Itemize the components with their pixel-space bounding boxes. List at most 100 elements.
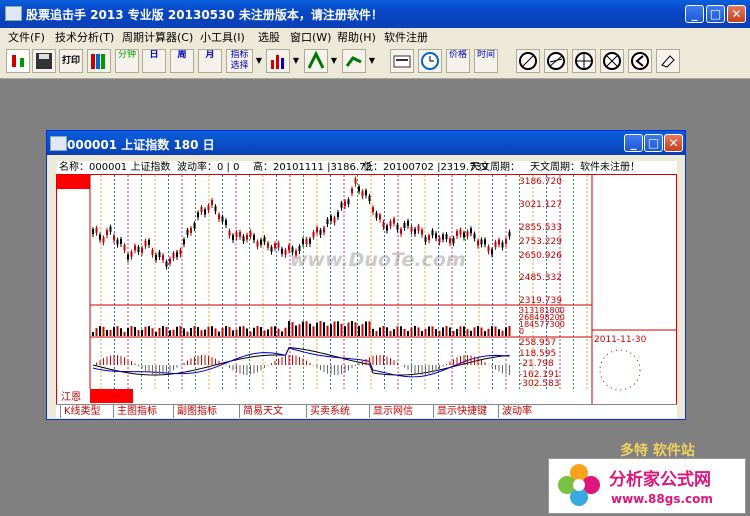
ad-url[interactable]: www.88gs.com (611, 492, 713, 506)
candlestick-icon[interactable] (6, 49, 30, 73)
candle-body (309, 238, 311, 244)
volume-bar (281, 331, 283, 336)
tab-volatility[interactable]: 波动率 (498, 405, 532, 418)
volume-bar (109, 329, 112, 336)
indicator-select-button[interactable]: 指标选择 (226, 49, 253, 73)
volume-bar (204, 329, 206, 336)
menu-register[interactable]: 软件注册 (384, 29, 428, 45)
tab-kline-type[interactable]: K线类型 (60, 405, 101, 418)
chart-window-title-bar: 000001 上证指数 180 日 _ □ ✕ (47, 131, 685, 155)
candle-body (421, 229, 423, 235)
books-icon[interactable] (87, 49, 111, 73)
candle-body (501, 242, 504, 248)
candle-body (246, 234, 248, 240)
minimize-button[interactable]: _ (685, 5, 704, 23)
candle-body (207, 205, 210, 211)
candle-body (235, 232, 238, 238)
chart-close-button[interactable]: ✕ (664, 134, 683, 152)
menu-help[interactable]: 帮助(H) (337, 29, 376, 45)
volume-bar (333, 321, 336, 336)
candle-body (407, 220, 409, 226)
candle-body (337, 212, 339, 218)
ad-banner[interactable]: 分析家公式网 www.88gs.com (548, 458, 746, 514)
chevron-down-icon[interactable]: ▼ (292, 49, 300, 73)
chevron-down-icon[interactable]: ▼ (330, 49, 338, 73)
volume-bar (239, 326, 241, 336)
minute-button[interactable]: 分钟 (115, 49, 139, 73)
candle-body (494, 241, 497, 247)
eraser-icon[interactable] (656, 49, 680, 73)
candle-body (127, 254, 129, 260)
back-arrow-icon[interactable] (628, 49, 652, 73)
candle-body (221, 216, 224, 222)
week-button[interactable]: 周 (170, 49, 194, 73)
menu-tech-analysis[interactable]: 技术分析(T) (55, 29, 114, 45)
candle-body (186, 229, 189, 235)
volume-bar (396, 326, 399, 336)
candle-body (344, 201, 346, 207)
chart-area[interactable]: 3186.720 3021.127 2855.533 2753.229 2650… (56, 174, 677, 405)
menu-tools[interactable]: 小工具(I) (200, 29, 245, 45)
gann-square-icon[interactable] (600, 49, 624, 73)
chevron-down-icon[interactable]: ▼ (368, 49, 376, 73)
candle-body (351, 188, 353, 194)
volume-bar (344, 326, 346, 336)
tab-simple-astro[interactable]: 简易天文 (239, 405, 283, 418)
volume-bar (354, 322, 357, 336)
candle-body (330, 216, 332, 222)
menu-window[interactable]: 窗口(W) (290, 29, 331, 45)
volume-bar (288, 321, 290, 336)
candle-body (200, 206, 203, 212)
volume-bar (155, 331, 157, 336)
calculator-icon[interactable] (390, 49, 414, 73)
candle-body (183, 239, 185, 245)
volume-bar (228, 327, 231, 336)
candle-body (281, 248, 283, 254)
candle-body (456, 231, 458, 237)
time-button[interactable]: 时间 (474, 49, 498, 73)
gann-grid-icon[interactable] (572, 49, 596, 73)
volume-bar (183, 328, 185, 336)
volume-bar (319, 321, 322, 336)
menu-stock-select[interactable]: 选股 (258, 29, 280, 45)
menu-file[interactable]: 文件(F) (8, 29, 45, 45)
candle-body (491, 249, 493, 255)
bar-chart-icon[interactable] (266, 49, 290, 73)
price-button[interactable]: 价格 (446, 49, 470, 73)
tab-bar: K线类型 主图指标 副图指标 简易天文 买卖系统 显示网信 显示快捷键 波动率 (56, 404, 677, 418)
tab-show-grid[interactable]: 显示网信 (369, 405, 413, 418)
tab-main-indicator[interactable]: 主图指标 (113, 405, 157, 418)
price-tick-0: 3186.720 (519, 177, 562, 187)
volume-bar (386, 327, 388, 336)
gann-fan-icon[interactable] (544, 49, 568, 73)
high-value: 高：20101111 |3186.72 (253, 162, 372, 173)
month-button[interactable]: 月 (198, 49, 222, 73)
menu-cycle-calculator[interactable]: 周期计算器(C) (122, 29, 193, 45)
close-button[interactable]: ✕ (727, 5, 746, 23)
save-icon[interactable] (32, 49, 56, 73)
volume-bar (365, 321, 367, 336)
axis-icon[interactable] (304, 49, 328, 73)
day-button[interactable]: 日 (142, 49, 166, 73)
astro-cycle-label: 天文周期： (470, 162, 520, 173)
volume-bar (211, 326, 213, 336)
print-button[interactable]: 打印 (59, 49, 83, 73)
volume-bar (421, 330, 423, 336)
maximize-button[interactable]: □ (706, 5, 725, 23)
chart-minimize-button[interactable]: _ (624, 134, 643, 152)
tab-sub-indicator[interactable]: 副图指标 (173, 405, 217, 418)
gann-circle-icon[interactable] (516, 49, 540, 73)
volume-bar (148, 326, 150, 336)
tab-trading-system[interactable]: 买卖系统 (306, 405, 350, 418)
chevron-down-icon[interactable]: ▼ (255, 49, 263, 73)
candle-body (463, 232, 465, 238)
clock-icon[interactable] (418, 49, 442, 73)
candle-body (141, 247, 143, 253)
chart-maximize-button[interactable]: □ (644, 134, 663, 152)
candle-body (232, 235, 234, 241)
candle-body (410, 226, 413, 232)
trend-icon[interactable] (342, 49, 366, 73)
candle-body (487, 246, 490, 252)
tab-show-shortcuts[interactable]: 显示快捷键 (433, 405, 487, 418)
volume-bar (417, 327, 420, 336)
